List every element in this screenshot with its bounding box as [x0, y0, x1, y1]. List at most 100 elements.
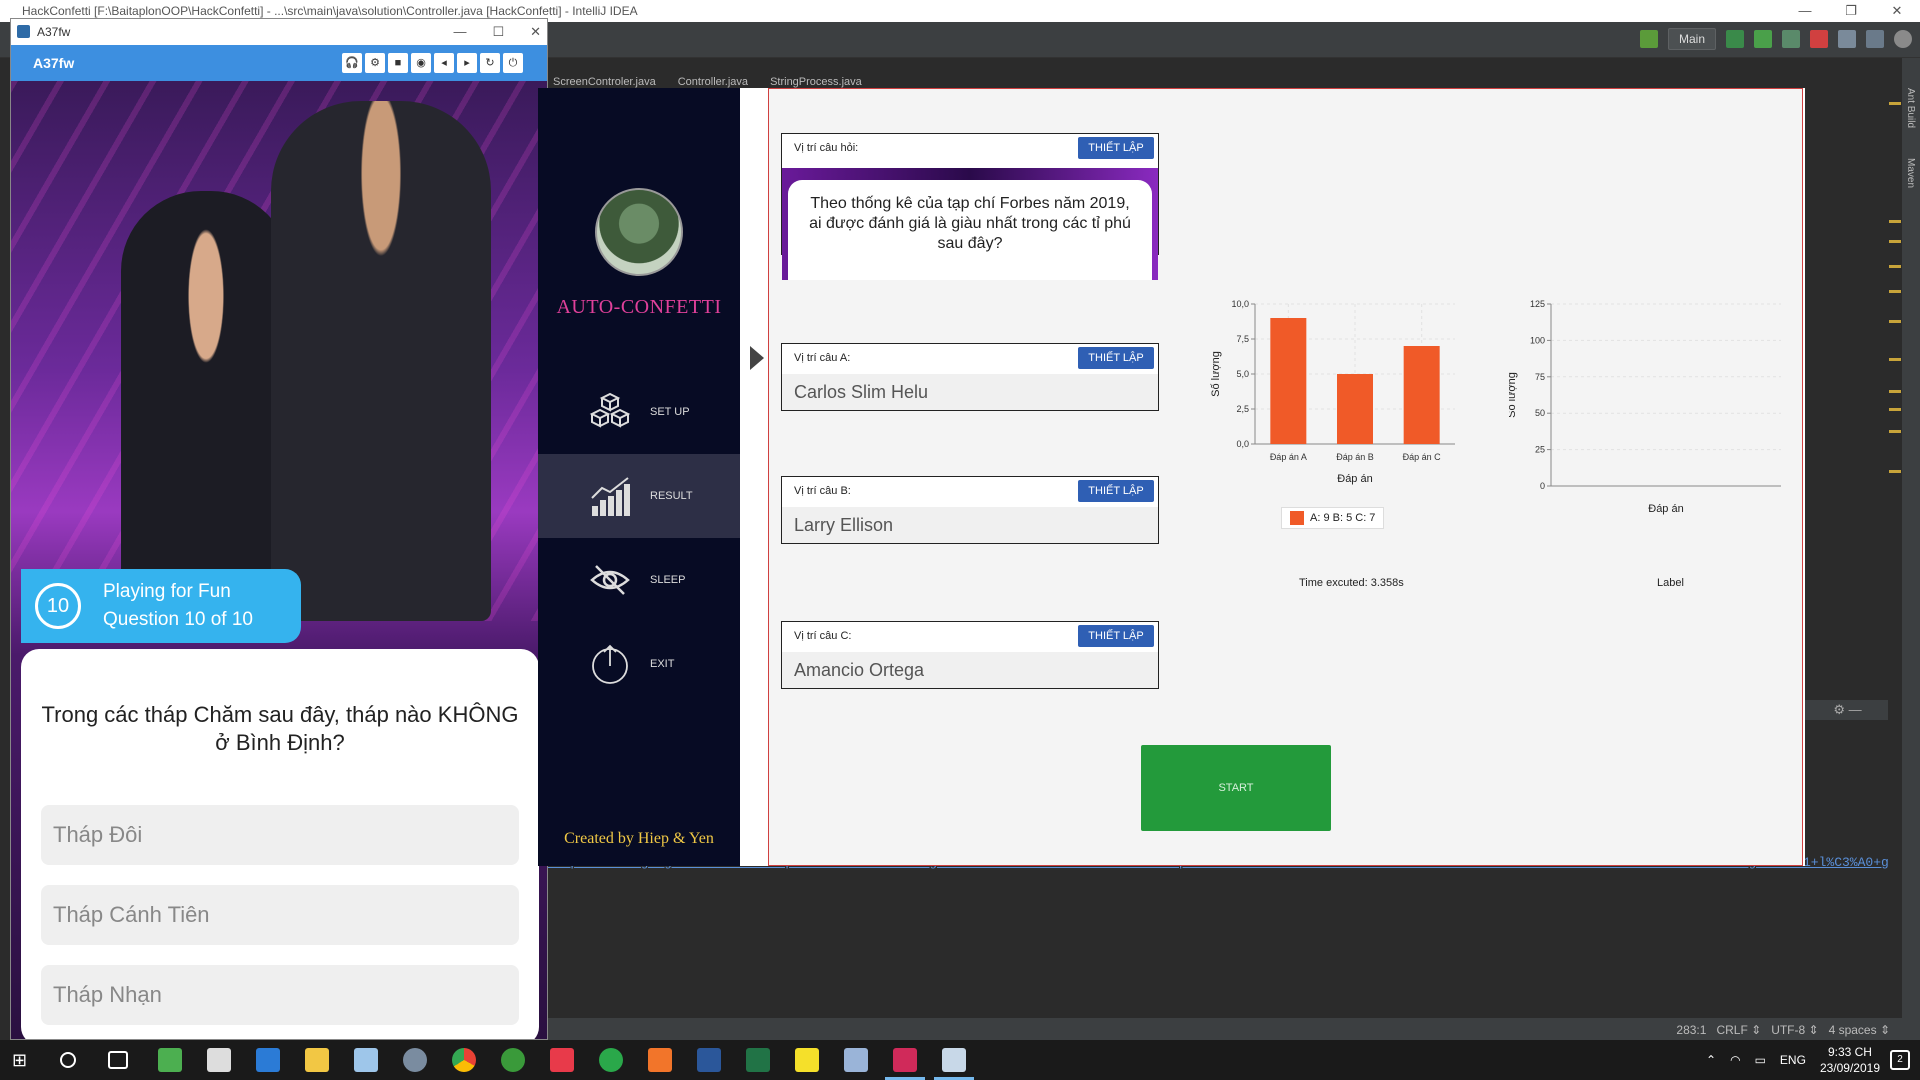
- nav-exit[interactable]: EXIT: [538, 622, 740, 706]
- minimize-icon[interactable]: —: [1782, 0, 1828, 22]
- wifi-icon[interactable]: ◠: [1730, 1053, 1740, 1067]
- app-icon[interactable]: [844, 1048, 868, 1072]
- line-separator[interactable]: CRLF: [1716, 1023, 1747, 1037]
- cursor-position[interactable]: 283:1: [1676, 1023, 1706, 1037]
- y-tick-label: 0,0: [1236, 439, 1249, 449]
- x-tick-label: Đáp án A: [1270, 452, 1307, 462]
- ant-build-tab[interactable]: Ant Build: [1905, 88, 1916, 128]
- app-icon[interactable]: [354, 1048, 378, 1072]
- phone-mirror-window: A37fw — ☐ ✕ A37fw 🎧 ⚙ ■ ◉ ◂ ▸ ↻ ⏻ 10 Pla…: [10, 18, 548, 1040]
- app-icon[interactable]: [550, 1048, 574, 1072]
- y-tick-label: 5,0: [1236, 369, 1249, 379]
- headset-icon[interactable]: 🎧: [342, 53, 362, 73]
- java-icon[interactable]: [942, 1048, 966, 1072]
- stop-icon[interactable]: [1810, 30, 1828, 48]
- run-config-select[interactable]: Main: [1667, 28, 1716, 50]
- layout-icon[interactable]: [1866, 30, 1884, 48]
- record-icon[interactable]: ■: [388, 53, 408, 73]
- phone-window-titlebar: A37fw — ☐ ✕: [11, 19, 547, 45]
- badge-progress: Question 10 of 10: [103, 609, 253, 630]
- start-button[interactable]: START: [1141, 745, 1331, 831]
- y-axis-title: Số lượng: [1210, 351, 1222, 397]
- intellij-icon[interactable]: [893, 1048, 917, 1072]
- system-tray: ⌃ ◠ ▭ ENG 9:33 CH 23/09/2019: [1706, 1040, 1880, 1080]
- y-tick-label: 125: [1530, 299, 1545, 309]
- answer-c-position-label: Vị trí câu C:: [794, 630, 852, 642]
- chart-legend: A: 9 B: 5 C: 7: [1281, 507, 1385, 529]
- app-icon[interactable]: [599, 1048, 623, 1072]
- sticky-notes-icon[interactable]: [795, 1048, 819, 1072]
- word-icon[interactable]: [697, 1048, 721, 1072]
- build-hammer-icon[interactable]: [1639, 30, 1658, 48]
- nav-sleep[interactable]: SLEEP: [538, 538, 740, 622]
- answer-a-value: Carlos Slim Helu: [782, 374, 1158, 410]
- indent-setting[interactable]: 4 spaces: [1829, 1023, 1877, 1037]
- app-icon[interactable]: [403, 1048, 427, 1072]
- nav-setup[interactable]: SET UP: [538, 370, 740, 454]
- answer-option[interactable]: Tháp Cánh Tiên: [41, 885, 519, 945]
- set-question-button[interactable]: THIẾT LẬP: [1078, 137, 1154, 159]
- answer-count-chart: 0,0 2,5 5,0 7,5 10,0 Đáp án A Đáp án B Đáp án C…: [1210, 299, 1455, 485]
- task-view-icon[interactable]: [108, 1051, 128, 1069]
- chrome-icon[interactable]: [452, 1048, 476, 1072]
- x-axis-title: Đáp án: [1337, 473, 1372, 485]
- debug-icon[interactable]: [1754, 30, 1772, 48]
- rotate-icon[interactable]: ↻: [480, 53, 500, 73]
- volume-up-icon[interactable]: ▸: [457, 53, 477, 73]
- question-card: Trong các tháp Chăm sau đây, tháp nào KH…: [21, 649, 539, 1039]
- app-icon[interactable]: [158, 1048, 182, 1072]
- minimize-icon[interactable]: —: [453, 19, 466, 45]
- app-icon[interactable]: [501, 1048, 525, 1072]
- right-tool-sidebar: Ant Build Maven: [1902, 58, 1920, 1018]
- nav-exit-label: EXIT: [650, 658, 675, 670]
- volume-down-icon[interactable]: ◂: [434, 53, 454, 73]
- set-answer-a-button[interactable]: THIẾT LẬP: [1078, 347, 1154, 369]
- set-answer-c-button[interactable]: THIẾT LẬP: [1078, 625, 1154, 647]
- answer-option[interactable]: Tháp Đôi: [41, 805, 519, 865]
- answer-option[interactable]: Tháp Nhạn: [41, 965, 519, 1025]
- cubes-icon: [589, 392, 631, 428]
- mail-icon[interactable]: [207, 1048, 231, 1072]
- app-icon[interactable]: [648, 1048, 672, 1072]
- file-encoding[interactable]: UTF-8: [1771, 1023, 1805, 1037]
- chevron-up-icon[interactable]: ⌃: [1706, 1053, 1716, 1067]
- collapse-arrow-icon[interactable]: [750, 346, 764, 370]
- taskbar: ⊞ ⌃ ◠ ▭ ENG 9:33 CH 23/09/2019 2: [0, 1040, 1920, 1080]
- coverage-icon[interactable]: [1782, 30, 1800, 48]
- close-icon[interactable]: ✕: [530, 19, 541, 45]
- auto-confetti-app: AUTO-CONFETTI SET UP RESULT SLEEP EXIT C…: [538, 88, 1805, 866]
- camera-icon[interactable]: ◉: [411, 53, 431, 73]
- power-icon: [592, 644, 628, 684]
- tool-window-controls[interactable]: ⚙ —: [1805, 700, 1890, 720]
- settings-icon[interactable]: ⚙: [365, 53, 385, 73]
- battery-icon[interactable]: ▭: [1755, 1053, 1766, 1067]
- file-explorer-icon[interactable]: [305, 1048, 329, 1072]
- search-icon[interactable]: [60, 1052, 76, 1068]
- y-tick-label: 10,0: [1231, 299, 1249, 309]
- clock[interactable]: 9:33 CH 23/09/2019: [1820, 1044, 1880, 1076]
- close-icon[interactable]: ✕: [1874, 0, 1920, 22]
- windows-start-icon[interactable]: ⊞: [12, 1048, 36, 1072]
- set-answer-b-button[interactable]: THIẾT LẬP: [1078, 480, 1154, 502]
- app-icon: [17, 25, 30, 38]
- answer-b-position-label: Vị trí câu B:: [794, 485, 851, 497]
- excel-icon[interactable]: [746, 1048, 770, 1072]
- maven-tab[interactable]: Maven: [1905, 158, 1916, 188]
- y-tick-label: 7,5: [1236, 334, 1249, 344]
- phone-screen[interactable]: 10 Playing for Fun Question 10 of 10 Tro…: [11, 81, 547, 1039]
- power-icon[interactable]: ⏻: [503, 53, 523, 73]
- project-structure-icon[interactable]: [1838, 30, 1856, 48]
- search-icon[interactable]: [1894, 30, 1912, 48]
- notification-icon[interactable]: 2: [1890, 1050, 1910, 1070]
- store-icon[interactable]: [256, 1048, 280, 1072]
- language-indicator[interactable]: ENG: [1780, 1053, 1806, 1067]
- restore-icon[interactable]: ❐: [1828, 0, 1874, 22]
- x-tick-label: Đáp án B: [1336, 452, 1374, 462]
- rerun-icon[interactable]: [1726, 30, 1744, 48]
- question-badge: 10 Playing for Fun Question 10 of 10: [21, 569, 301, 643]
- captured-question-text: Theo thống kê của tạp chí Forbes năm 201…: [788, 180, 1152, 280]
- maximize-icon[interactable]: ☐: [492, 19, 504, 45]
- x-axis-title: Đáp án: [1648, 503, 1683, 515]
- app-sidebar: AUTO-CONFETTI SET UP RESULT SLEEP EXIT C…: [538, 88, 740, 866]
- nav-result[interactable]: RESULT: [538, 454, 740, 538]
